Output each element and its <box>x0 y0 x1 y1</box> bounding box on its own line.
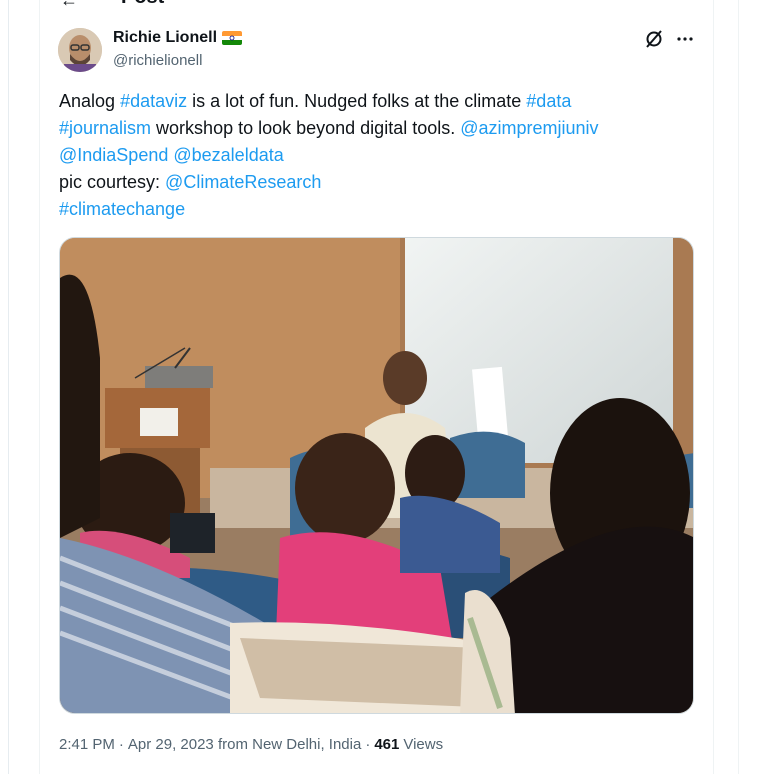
author-handle[interactable]: @richielionell <box>113 52 202 69</box>
hashtag-link[interactable]: #climatechange <box>59 199 185 219</box>
views-label: Views <box>403 736 444 753</box>
right-panel <box>738 0 758 774</box>
hashtag-link[interactable]: #journalism <box>59 118 151 138</box>
meta-separator: · <box>118 736 124 753</box>
hashtag-link[interactable]: #dataviz <box>120 91 187 111</box>
hashtag-link[interactable]: #data <box>526 91 571 111</box>
grok-icon[interactable] <box>643 28 665 50</box>
views-count: 461 <box>374 736 400 753</box>
author-name[interactable]: Richie Lionell <box>113 29 243 47</box>
tweet-meta: 2:41 PM · Apr 29, 2023 from New Delhi, I… <box>59 736 443 753</box>
meta-separator: · <box>365 736 371 753</box>
page-title: Post <box>121 0 164 9</box>
back-arrow-icon[interactable]: ← <box>60 0 78 11</box>
mention-link[interactable]: @azimpremjiuniv <box>460 118 598 138</box>
left-divider <box>8 0 9 774</box>
workshop-photo-image <box>60 238 693 713</box>
mention-link[interactable]: @bezaleldata <box>173 145 283 165</box>
india-flag-icon <box>222 31 243 45</box>
tweet-text-segment: pic courtesy: <box>59 172 166 192</box>
tweet-text: Analog #dataviz is a lot of fun. Nudged … <box>59 88 679 223</box>
avatar[interactable] <box>58 28 102 72</box>
tweet-text-segment: workshop to look beyond digital tools. <box>151 118 461 138</box>
tweet-date-location[interactable]: Apr 29, 2023 from New Delhi, India <box>128 736 361 753</box>
author-name-text: Richie Lionell <box>113 29 218 46</box>
tweet-text-segment: Analog <box>59 91 121 111</box>
tweet-photo[interactable] <box>59 237 694 714</box>
mention-link[interactable]: @ClimateResearch <box>165 172 321 192</box>
more-icon[interactable] <box>674 28 696 50</box>
tweet-time[interactable]: 2:41 PM <box>59 736 115 753</box>
mention-link[interactable]: @IndiaSpend <box>59 145 168 165</box>
tweet-text-segment: is a lot of fun. Nudged folks at the cli… <box>187 91 527 111</box>
